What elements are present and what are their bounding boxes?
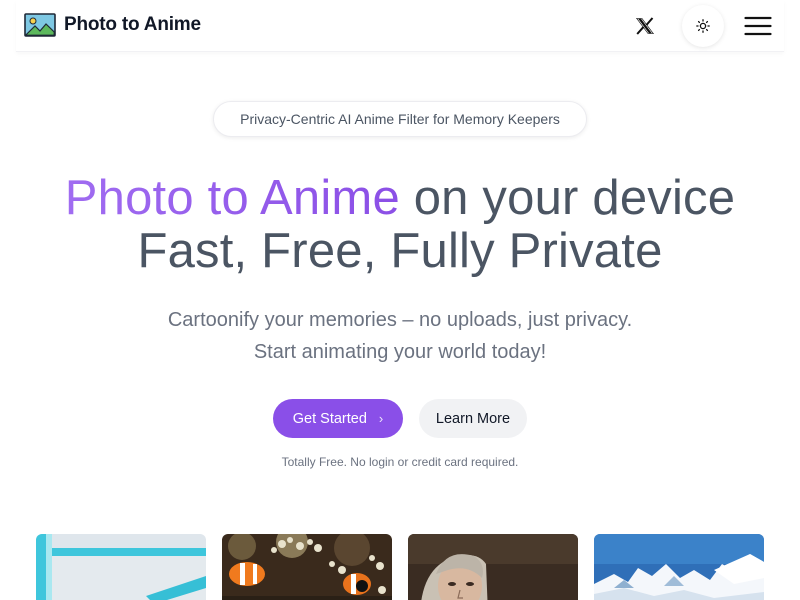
get-started-button[interactable]: Get Started › bbox=[273, 399, 403, 438]
hero-title-line-2: Fast, Free, Fully Private bbox=[137, 224, 663, 278]
hamburger-menu-icon bbox=[744, 16, 772, 36]
learn-more-button[interactable]: Learn More bbox=[419, 399, 527, 438]
learn-more-label: Learn More bbox=[435, 410, 511, 427]
hero-subtitle-line-1: Cartoonify your memories – no uploads, j… bbox=[167, 309, 633, 331]
anime-sample-portrait-image bbox=[408, 534, 578, 600]
anime-sample-clownfish-image bbox=[222, 534, 392, 600]
anime-sample-1-image bbox=[36, 534, 206, 600]
hero-title-highlight: Photo to Anime bbox=[64, 171, 400, 225]
brand-link[interactable]: Photo to Anime bbox=[24, 13, 201, 37]
gallery-card-4[interactable] bbox=[594, 534, 764, 600]
hero-badge: Privacy-Centric AI Anime Filter for Memo… bbox=[213, 101, 587, 137]
theme-toggle-button[interactable] bbox=[682, 5, 724, 47]
gallery-card-3[interactable] bbox=[408, 534, 578, 600]
free-note: Totally Free. No login or credit card re… bbox=[281, 455, 519, 469]
top-navigation-bar: Photo to Anime bbox=[16, 0, 784, 52]
get-started-label: Get Started bbox=[292, 410, 367, 427]
hero-subtitle-line-2: Start animating your world today! bbox=[253, 341, 547, 363]
anime-sample-mountains-image bbox=[594, 534, 764, 600]
hero-title-rest: on your device bbox=[399, 171, 736, 225]
gallery-card-2[interactable] bbox=[222, 534, 392, 600]
sun-icon bbox=[696, 19, 710, 33]
menu-button[interactable] bbox=[743, 14, 773, 38]
chevron-right-icon: › bbox=[378, 411, 384, 426]
x-logo-icon bbox=[636, 17, 654, 35]
app-name: Photo to Anime bbox=[64, 14, 201, 35]
hero-title-line-1: Photo to Anime on your device bbox=[0, 170, 800, 226]
x-social-link[interactable] bbox=[632, 13, 658, 39]
image-landscape-icon bbox=[24, 13, 56, 37]
gallery-card-1[interactable] bbox=[36, 534, 206, 600]
